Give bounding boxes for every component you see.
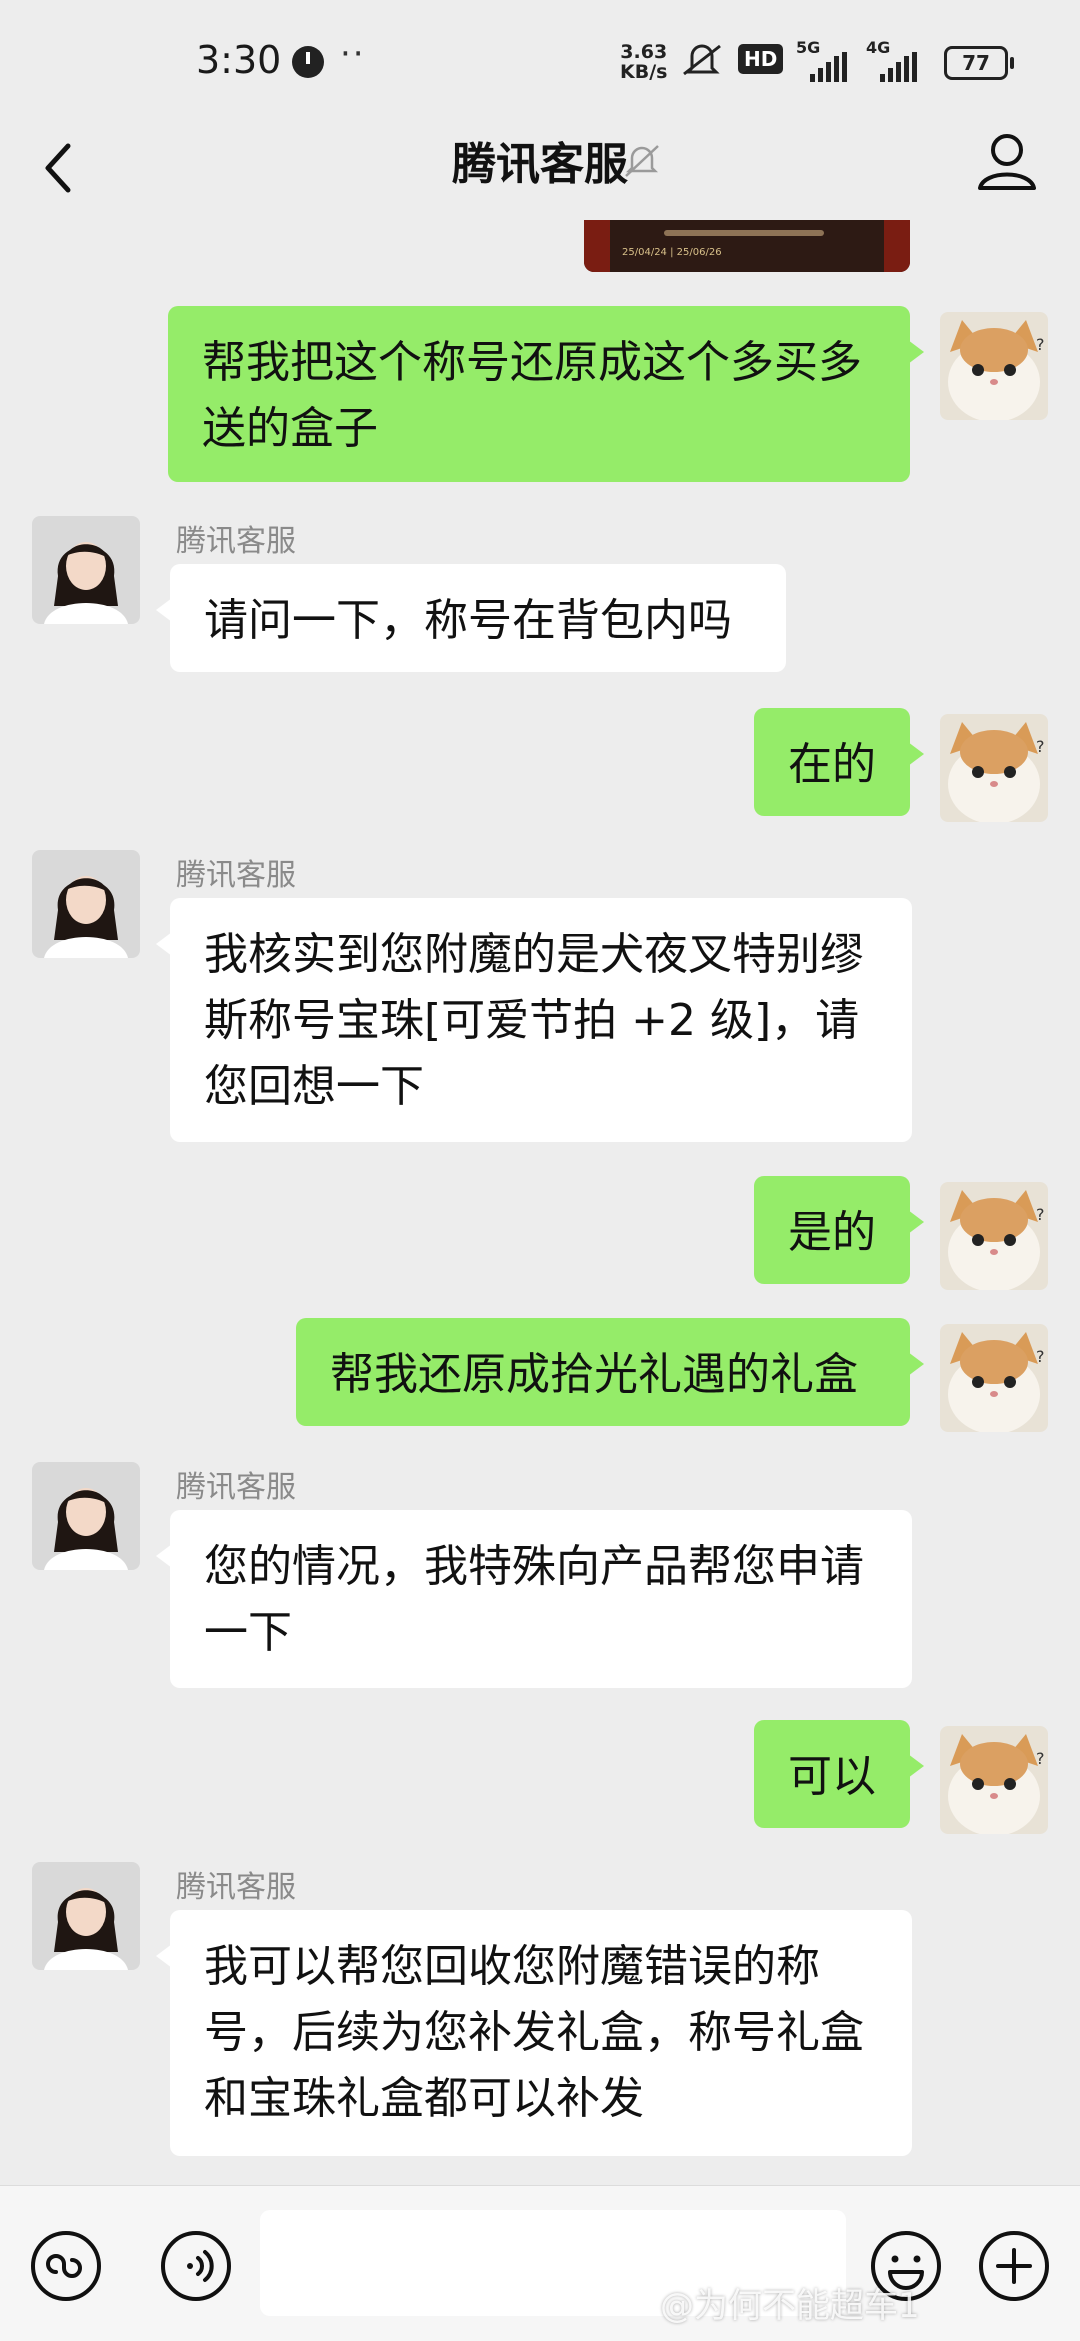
agent-avatar[interactable] bbox=[32, 1862, 140, 1970]
mini-program-icon[interactable] bbox=[28, 2228, 104, 2304]
agent-message-bubble[interactable]: 我可以帮您回收您附魔错误的称 号，后续为您补发礼盒，称号礼盒 和宝珠礼盒都可以补… bbox=[156, 1910, 912, 2156]
plus-icon[interactable] bbox=[976, 2228, 1052, 2304]
sender-name: 腾讯客服 bbox=[176, 1470, 296, 1505]
status-bar: 3:30 ·· 3.63 KB/s HD 5G 4G 77 bbox=[0, 0, 1080, 120]
my-message-bubble[interactable]: 帮我还原成拾光礼遇的礼盒 bbox=[296, 1318, 924, 1426]
chat-header: 腾讯客服 bbox=[0, 120, 1080, 220]
agent-message-bubble[interactable]: 请问一下，称号在背包内吗 bbox=[156, 564, 786, 672]
net-speed-unit: KB/s bbox=[620, 61, 668, 83]
agent-avatar[interactable] bbox=[32, 516, 140, 624]
voice-icon[interactable] bbox=[158, 2228, 234, 2304]
signal-4g-icon: 4G bbox=[866, 38, 930, 82]
my-avatar[interactable]: ? bbox=[940, 312, 1048, 420]
my-message-bubble[interactable]: 帮我把这个称号还原成这个多买多 送的盒子 bbox=[168, 306, 924, 482]
my-avatar[interactable]: ? bbox=[940, 1726, 1048, 1834]
svg-text:?: ? bbox=[1036, 1347, 1045, 1366]
status-time: 3:30 bbox=[196, 38, 282, 82]
my-message-bubble[interactable]: 可以 bbox=[754, 1720, 924, 1828]
svg-text:?: ? bbox=[1036, 737, 1045, 756]
chat-history[interactable]: 25/04/24 | 25/06/26 帮我把这个称号还原成这个多买多 送的盒子… bbox=[0, 220, 1080, 2185]
clock-icon bbox=[292, 46, 324, 78]
my-avatar[interactable]: ? bbox=[940, 1324, 1048, 1432]
sender-name: 腾讯客服 bbox=[176, 858, 296, 893]
more-notifications-icon: ·· bbox=[340, 34, 366, 74]
agent-avatar[interactable] bbox=[32, 1462, 140, 1570]
signal-5g-icon: 5G bbox=[796, 38, 860, 82]
chat-title: 腾讯客服 bbox=[452, 139, 628, 190]
svg-text:?: ? bbox=[1036, 1749, 1045, 1768]
muted-bell-icon bbox=[625, 145, 659, 177]
agent-message-bubble[interactable]: 您的情况，我特殊向产品帮您申请 一下 bbox=[156, 1510, 912, 1688]
my-message-bubble[interactable]: 在的 bbox=[754, 708, 924, 816]
svg-text:?: ? bbox=[1036, 335, 1045, 354]
net-speed-value: 3.63 bbox=[620, 41, 668, 63]
my-avatar[interactable]: ? bbox=[940, 714, 1048, 822]
svg-text:?: ? bbox=[1036, 1205, 1045, 1224]
sender-name: 腾讯客服 bbox=[176, 1870, 296, 1905]
battery-icon: 77 bbox=[944, 46, 1014, 80]
sender-name: 腾讯客服 bbox=[176, 524, 296, 559]
agent-message-bubble[interactable]: 我核实到您附魔的是犬夜叉特别缪 斯称号宝珠[可爱节拍 +2 级]，请 您回想一下 bbox=[156, 898, 912, 1142]
watermark: @为何不能超车1 bbox=[660, 2286, 920, 2326]
agent-avatar[interactable] bbox=[32, 850, 140, 958]
image-message-preview[interactable]: 25/04/24 | 25/06/26 bbox=[584, 220, 910, 272]
image-preview-text: 25/04/24 | 25/06/26 bbox=[622, 247, 722, 258]
mute-icon bbox=[683, 44, 721, 76]
hd-icon: HD bbox=[738, 44, 784, 74]
my-avatar[interactable]: ? bbox=[940, 1182, 1048, 1290]
profile-icon[interactable] bbox=[974, 128, 1040, 194]
net-speed: 3.63 KB/s bbox=[620, 42, 667, 82]
my-message-bubble[interactable]: 是的 bbox=[754, 1176, 924, 1284]
